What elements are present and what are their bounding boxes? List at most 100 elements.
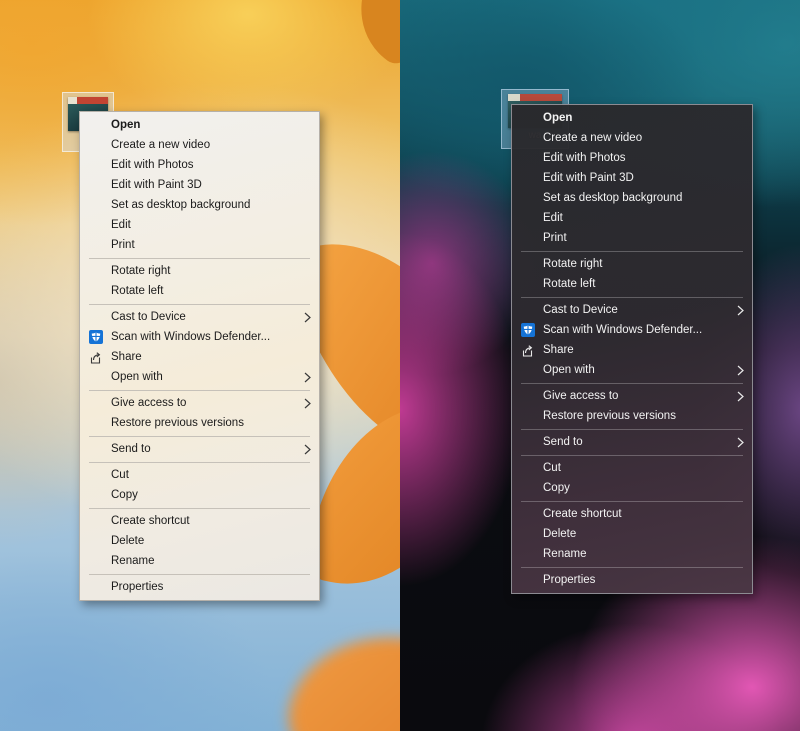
menu-item-label: Edit with Photos xyxy=(111,159,311,171)
light-desktop-pane: wa OpenCreate a new videoEdit with Photo… xyxy=(0,0,400,731)
menu-item-label: Create a new video xyxy=(111,139,311,151)
menu-item-cast-to-device[interactable]: Cast to Device xyxy=(80,307,319,327)
menu-item-label: Edit with Photos xyxy=(543,152,744,164)
autumn-leaf-decor xyxy=(336,0,400,69)
submenu-chevron-icon xyxy=(730,391,744,402)
submenu-chevron-icon xyxy=(297,398,311,409)
share-icon xyxy=(80,350,111,365)
menu-item-open-with[interactable]: Open with xyxy=(512,360,752,380)
menu-item-label: Set as desktop background xyxy=(543,192,744,204)
menu-item-restore-previous-versions[interactable]: Restore previous versions xyxy=(512,406,752,426)
menu-item-label: Rotate left xyxy=(543,278,744,290)
menu-item-scan-with-windows-defender[interactable]: Scan with Windows Defender... xyxy=(80,327,319,347)
menu-item-label: Create a new video xyxy=(543,132,744,144)
menu-item-edit-with-photos[interactable]: Edit with Photos xyxy=(80,155,319,175)
menu-item-properties[interactable]: Properties xyxy=(512,570,752,590)
menu-item-label: Edit with Paint 3D xyxy=(111,179,311,191)
menu-item-cut[interactable]: Cut xyxy=(80,465,319,485)
menu-item-rotate-right[interactable]: Rotate right xyxy=(80,261,319,281)
menu-item-label: Edit xyxy=(543,212,744,224)
submenu-chevron-icon xyxy=(297,312,311,323)
menu-item-label: Rename xyxy=(111,555,311,567)
menu-separator xyxy=(521,383,743,384)
menu-item-cast-to-device[interactable]: Cast to Device xyxy=(512,300,752,320)
submenu-chevron-icon xyxy=(730,305,744,316)
menu-item-set-as-desktop-background[interactable]: Set as desktop background xyxy=(512,188,752,208)
menu-item-label: Create shortcut xyxy=(543,508,744,520)
menu-item-label: Cast to Device xyxy=(111,311,297,323)
menu-item-delete[interactable]: Delete xyxy=(80,531,319,551)
menu-separator xyxy=(89,304,310,305)
menu-item-label: Share xyxy=(543,344,744,356)
menu-item-label: Copy xyxy=(111,489,311,501)
menu-item-label: Cast to Device xyxy=(543,304,730,316)
menu-item-rotate-left[interactable]: Rotate left xyxy=(80,281,319,301)
menu-item-label: Share xyxy=(111,351,311,363)
menu-item-edit-with-photos[interactable]: Edit with Photos xyxy=(512,148,752,168)
menu-item-label: Edit xyxy=(111,219,311,231)
menu-item-restore-previous-versions[interactable]: Restore previous versions xyxy=(80,413,319,433)
menu-separator xyxy=(521,567,743,568)
menu-item-label: Open xyxy=(543,112,744,124)
menu-item-rename[interactable]: Rename xyxy=(80,551,319,571)
menu-item-create-a-new-video[interactable]: Create a new video xyxy=(512,128,752,148)
menu-item-rotate-right[interactable]: Rotate right xyxy=(512,254,752,274)
menu-item-rotate-left[interactable]: Rotate left xyxy=(512,274,752,294)
defender-shield-icon xyxy=(80,330,111,344)
menu-item-label: Scan with Windows Defender... xyxy=(111,331,311,343)
context-menu-light: Open Create a new video Edit with Photos Ed… xyxy=(79,111,320,601)
menu-item-copy[interactable]: Copy xyxy=(512,478,752,498)
menu-item-share[interactable]: Share xyxy=(512,340,752,360)
menu-separator xyxy=(521,429,743,430)
menu-separator xyxy=(89,462,310,463)
menu-item-give-access-to[interactable]: Give access to xyxy=(512,386,752,406)
dark-desktop-pane: wa OpenCreate a new videoEdit with Photo… xyxy=(400,0,800,731)
menu-separator xyxy=(89,390,310,391)
submenu-chevron-icon xyxy=(297,372,311,383)
menu-item-send-to[interactable]: Send to xyxy=(80,439,319,459)
menu-item-cut[interactable]: Cut xyxy=(512,458,752,478)
menu-separator xyxy=(521,501,743,502)
menu-item-delete[interactable]: Delete xyxy=(512,524,752,544)
menu-item-label: Delete xyxy=(111,535,311,547)
menu-item-label: Set as desktop background xyxy=(111,199,311,211)
menu-item-label: Give access to xyxy=(111,397,297,409)
menu-item-open[interactable]: Open xyxy=(512,108,752,128)
menu-separator xyxy=(89,574,310,575)
menu-item-label: Properties xyxy=(111,581,311,593)
menu-item-give-access-to[interactable]: Give access to xyxy=(80,393,319,413)
menu-item-rename[interactable]: Rename xyxy=(512,544,752,564)
menu-item-label: Rename xyxy=(543,548,744,560)
menu-item-copy[interactable]: Copy xyxy=(80,485,319,505)
menu-item-edit-with-paint-3d[interactable]: Edit with Paint 3D xyxy=(80,175,319,195)
menu-item-label: Delete xyxy=(543,528,744,540)
menu-item-create-shortcut[interactable]: Create shortcut xyxy=(512,504,752,524)
menu-item-edit[interactable]: Edit xyxy=(512,208,752,228)
menu-item-create-shortcut[interactable]: Create shortcut xyxy=(80,511,319,531)
menu-item-label: Create shortcut xyxy=(111,515,311,527)
menu-item-label: Print xyxy=(111,239,311,251)
menu-item-edit-with-paint-3d[interactable]: Edit with Paint 3D xyxy=(512,168,752,188)
menu-item-properties[interactable]: Properties xyxy=(80,577,319,597)
menu-separator xyxy=(521,297,743,298)
menu-item-print[interactable]: Print xyxy=(512,228,752,248)
menu-item-open[interactable]: Open xyxy=(80,115,319,135)
menu-item-label: Edit with Paint 3D xyxy=(543,172,744,184)
autumn-leaf-decor xyxy=(274,608,400,731)
menu-item-scan-with-windows-defender[interactable]: Scan with Windows Defender... xyxy=(512,320,752,340)
menu-separator xyxy=(89,508,310,509)
menu-item-label: Restore previous versions xyxy=(111,417,311,429)
menu-item-edit[interactable]: Edit xyxy=(80,215,319,235)
menu-item-label: Open with xyxy=(543,364,730,376)
menu-item-set-as-desktop-background[interactable]: Set as desktop background xyxy=(80,195,319,215)
menu-item-label: Open xyxy=(111,119,311,131)
menu-item-label: Give access to xyxy=(543,390,730,402)
menu-item-create-a-new-video[interactable]: Create a new video xyxy=(80,135,319,155)
menu-item-send-to[interactable]: Send to xyxy=(512,432,752,452)
menu-item-open-with[interactable]: Open with xyxy=(80,367,319,387)
menu-separator xyxy=(521,251,743,252)
menu-item-label: Rotate left xyxy=(111,285,311,297)
menu-item-print[interactable]: Print xyxy=(80,235,319,255)
menu-item-share[interactable]: Share xyxy=(80,347,319,367)
submenu-chevron-icon xyxy=(730,365,744,376)
